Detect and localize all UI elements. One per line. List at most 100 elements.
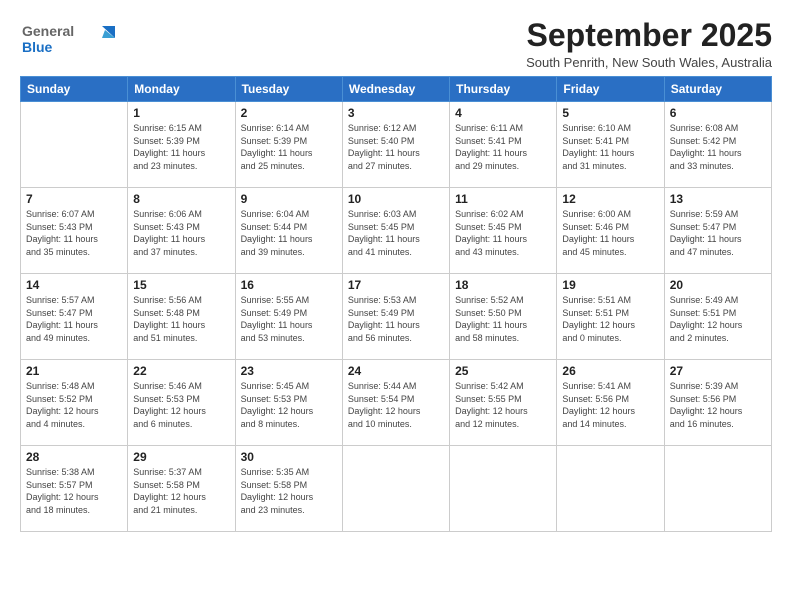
day-info-5: Sunrise: 6:10 AM Sunset: 5:41 PM Dayligh… xyxy=(562,122,658,172)
day-info-26: Sunrise: 5:41 AM Sunset: 5:56 PM Dayligh… xyxy=(562,380,658,430)
col-saturday: Saturday xyxy=(664,77,771,102)
cell-w1-d6: 5 Sunrise: 6:10 AM Sunset: 5:41 PM Daylig… xyxy=(557,102,664,188)
day-number-30: 30 xyxy=(241,450,337,464)
cell-w4-d1: 21Sunrise: 5:48 AM Sunset: 5:52 PM Dayli… xyxy=(21,360,128,446)
day-number-17: 17 xyxy=(348,278,444,292)
day-number-5: 5 xyxy=(562,106,658,120)
cell-w1-d2: 1 Sunrise: 6:15 AM Sunset: 5:39 PM Daylig… xyxy=(128,102,235,188)
day-number-14: 14 xyxy=(26,278,122,292)
day-info-11: Sunrise: 6:02 AM Sunset: 5:45 PM Dayligh… xyxy=(455,208,551,258)
cell-w2-d7: 13 Sunrise: 5:59 AM Sunset: 5:47 PM Dayli… xyxy=(664,188,771,274)
week-row-3: 14 Sunrise: 5:57 AM Sunset: 5:47 PM Dayli… xyxy=(21,274,772,360)
day-info-19: Sunrise: 5:51 AM Sunset: 5:51 PM Dayligh… xyxy=(562,294,658,344)
day-info-17: Sunrise: 5:53 AM Sunset: 5:49 PM Dayligh… xyxy=(348,294,444,344)
day-number-1: 1 xyxy=(133,106,229,120)
cell-w4-d4: 24Sunrise: 5:44 AM Sunset: 5:54 PM Dayli… xyxy=(342,360,449,446)
cell-w3-d1: 14 Sunrise: 5:57 AM Sunset: 5:47 PM Dayli… xyxy=(21,274,128,360)
day-info-4: Sunrise: 6:11 AM Sunset: 5:41 PM Dayligh… xyxy=(455,122,551,172)
cell-w1-d5: 4 Sunrise: 6:11 AM Sunset: 5:41 PM Daylig… xyxy=(450,102,557,188)
location: South Penrith, New South Wales, Australi… xyxy=(526,55,772,70)
cell-w2-d6: 12Sunrise: 6:00 AM Sunset: 5:46 PM Dayli… xyxy=(557,188,664,274)
week-row-5: 28 Sunrise: 5:38 AM Sunset: 5:57 PM Dayli… xyxy=(21,446,772,532)
day-info-28: Sunrise: 5:38 AM Sunset: 5:57 PM Dayligh… xyxy=(26,466,122,516)
calendar: Sunday Monday Tuesday Wednesday Thursday… xyxy=(20,76,772,532)
day-info-23: Sunrise: 5:45 AM Sunset: 5:53 PM Dayligh… xyxy=(241,380,337,430)
svg-text:Blue: Blue xyxy=(22,39,53,55)
cell-w4-d3: 23 Sunrise: 5:45 AM Sunset: 5:53 PM Dayli… xyxy=(235,360,342,446)
day-number-22: 22 xyxy=(133,364,229,378)
day-number-6: 6 xyxy=(670,106,766,120)
day-number-27: 27 xyxy=(670,364,766,378)
cell-w3-d7: 20 Sunrise: 5:49 AM Sunset: 5:51 PM Dayli… xyxy=(664,274,771,360)
cell-w5-d5 xyxy=(450,446,557,532)
title-block: September 2025 South Penrith, New South … xyxy=(526,18,772,70)
day-number-28: 28 xyxy=(26,450,122,464)
cell-w5-d6 xyxy=(557,446,664,532)
day-info-14: Sunrise: 5:57 AM Sunset: 5:47 PM Dayligh… xyxy=(26,294,122,344)
cell-w2-d1: 7 Sunrise: 6:07 AM Sunset: 5:43 PM Daylig… xyxy=(21,188,128,274)
day-info-6: Sunrise: 6:08 AM Sunset: 5:42 PM Dayligh… xyxy=(670,122,766,172)
day-number-13: 13 xyxy=(670,192,766,206)
day-number-25: 25 xyxy=(455,364,551,378)
week-row-2: 7 Sunrise: 6:07 AM Sunset: 5:43 PM Daylig… xyxy=(21,188,772,274)
day-number-2: 2 xyxy=(241,106,337,120)
cell-w4-d5: 25 Sunrise: 5:42 AM Sunset: 5:55 PM Dayli… xyxy=(450,360,557,446)
cell-w4-d2: 22 Sunrise: 5:46 AM Sunset: 5:53 PM Dayli… xyxy=(128,360,235,446)
cell-w3-d2: 15 Sunrise: 5:56 AM Sunset: 5:48 PM Dayli… xyxy=(128,274,235,360)
day-number-4: 4 xyxy=(455,106,551,120)
day-info-16: Sunrise: 5:55 AM Sunset: 5:49 PM Dayligh… xyxy=(241,294,337,344)
week-row-1: 1 Sunrise: 6:15 AM Sunset: 5:39 PM Daylig… xyxy=(21,102,772,188)
day-info-12: Sunrise: 6:00 AM Sunset: 5:46 PM Dayligh… xyxy=(562,208,658,258)
day-info-9: Sunrise: 6:04 AM Sunset: 5:44 PM Dayligh… xyxy=(241,208,337,258)
col-tuesday: Tuesday xyxy=(235,77,342,102)
day-info-22: Sunrise: 5:46 AM Sunset: 5:53 PM Dayligh… xyxy=(133,380,229,430)
day-number-9: 9 xyxy=(241,192,337,206)
cell-w2-d2: 8Sunrise: 6:06 AM Sunset: 5:43 PM Daylig… xyxy=(128,188,235,274)
day-number-29: 29 xyxy=(133,450,229,464)
col-friday: Friday xyxy=(557,77,664,102)
day-info-27: Sunrise: 5:39 AM Sunset: 5:56 PM Dayligh… xyxy=(670,380,766,430)
day-info-30: Sunrise: 5:35 AM Sunset: 5:58 PM Dayligh… xyxy=(241,466,337,516)
day-info-15: Sunrise: 5:56 AM Sunset: 5:48 PM Dayligh… xyxy=(133,294,229,344)
day-number-19: 19 xyxy=(562,278,658,292)
cell-w5-d7 xyxy=(664,446,771,532)
month-title: September 2025 xyxy=(526,18,772,53)
day-info-20: Sunrise: 5:49 AM Sunset: 5:51 PM Dayligh… xyxy=(670,294,766,344)
day-number-15: 15 xyxy=(133,278,229,292)
col-sunday: Sunday xyxy=(21,77,128,102)
col-thursday: Thursday xyxy=(450,77,557,102)
day-number-16: 16 xyxy=(241,278,337,292)
day-number-18: 18 xyxy=(455,278,551,292)
cell-w1-d3: 2 Sunrise: 6:14 AM Sunset: 5:39 PM Daylig… xyxy=(235,102,342,188)
day-info-13: Sunrise: 5:59 AM Sunset: 5:47 PM Dayligh… xyxy=(670,208,766,258)
day-info-18: Sunrise: 5:52 AM Sunset: 5:50 PM Dayligh… xyxy=(455,294,551,344)
cell-w1-d1 xyxy=(21,102,128,188)
day-info-2: Sunrise: 6:14 AM Sunset: 5:39 PM Dayligh… xyxy=(241,122,337,172)
cell-w5-d2: 29 Sunrise: 5:37 AM Sunset: 5:58 PM Dayli… xyxy=(128,446,235,532)
cell-w2-d4: 10Sunrise: 6:03 AM Sunset: 5:45 PM Dayli… xyxy=(342,188,449,274)
cell-w1-d7: 6 Sunrise: 6:08 AM Sunset: 5:42 PM Daylig… xyxy=(664,102,771,188)
cell-w4-d6: 26Sunrise: 5:41 AM Sunset: 5:56 PM Dayli… xyxy=(557,360,664,446)
page: General Blue September 2025 South Penrit… xyxy=(0,0,792,612)
day-info-1: Sunrise: 6:15 AM Sunset: 5:39 PM Dayligh… xyxy=(133,122,229,172)
week-row-4: 21Sunrise: 5:48 AM Sunset: 5:52 PM Dayli… xyxy=(21,360,772,446)
day-number-23: 23 xyxy=(241,364,337,378)
cell-w2-d3: 9 Sunrise: 6:04 AM Sunset: 5:44 PM Daylig… xyxy=(235,188,342,274)
logo-text: General Blue xyxy=(20,18,130,65)
cell-w1-d4: 3Sunrise: 6:12 AM Sunset: 5:40 PM Daylig… xyxy=(342,102,449,188)
day-number-8: 8 xyxy=(133,192,229,206)
calendar-header-row: Sunday Monday Tuesday Wednesday Thursday… xyxy=(21,77,772,102)
logo: General Blue xyxy=(20,18,130,65)
day-info-25: Sunrise: 5:42 AM Sunset: 5:55 PM Dayligh… xyxy=(455,380,551,430)
day-info-7: Sunrise: 6:07 AM Sunset: 5:43 PM Dayligh… xyxy=(26,208,122,258)
cell-w4-d7: 27 Sunrise: 5:39 AM Sunset: 5:56 PM Dayli… xyxy=(664,360,771,446)
day-number-21: 21 xyxy=(26,364,122,378)
day-number-20: 20 xyxy=(670,278,766,292)
day-number-11: 11 xyxy=(455,192,551,206)
cell-w5-d1: 28 Sunrise: 5:38 AM Sunset: 5:57 PM Dayli… xyxy=(21,446,128,532)
day-info-29: Sunrise: 5:37 AM Sunset: 5:58 PM Dayligh… xyxy=(133,466,229,516)
col-monday: Monday xyxy=(128,77,235,102)
cell-w3-d6: 19 Sunrise: 5:51 AM Sunset: 5:51 PM Dayli… xyxy=(557,274,664,360)
cell-w5-d4 xyxy=(342,446,449,532)
day-number-7: 7 xyxy=(26,192,122,206)
